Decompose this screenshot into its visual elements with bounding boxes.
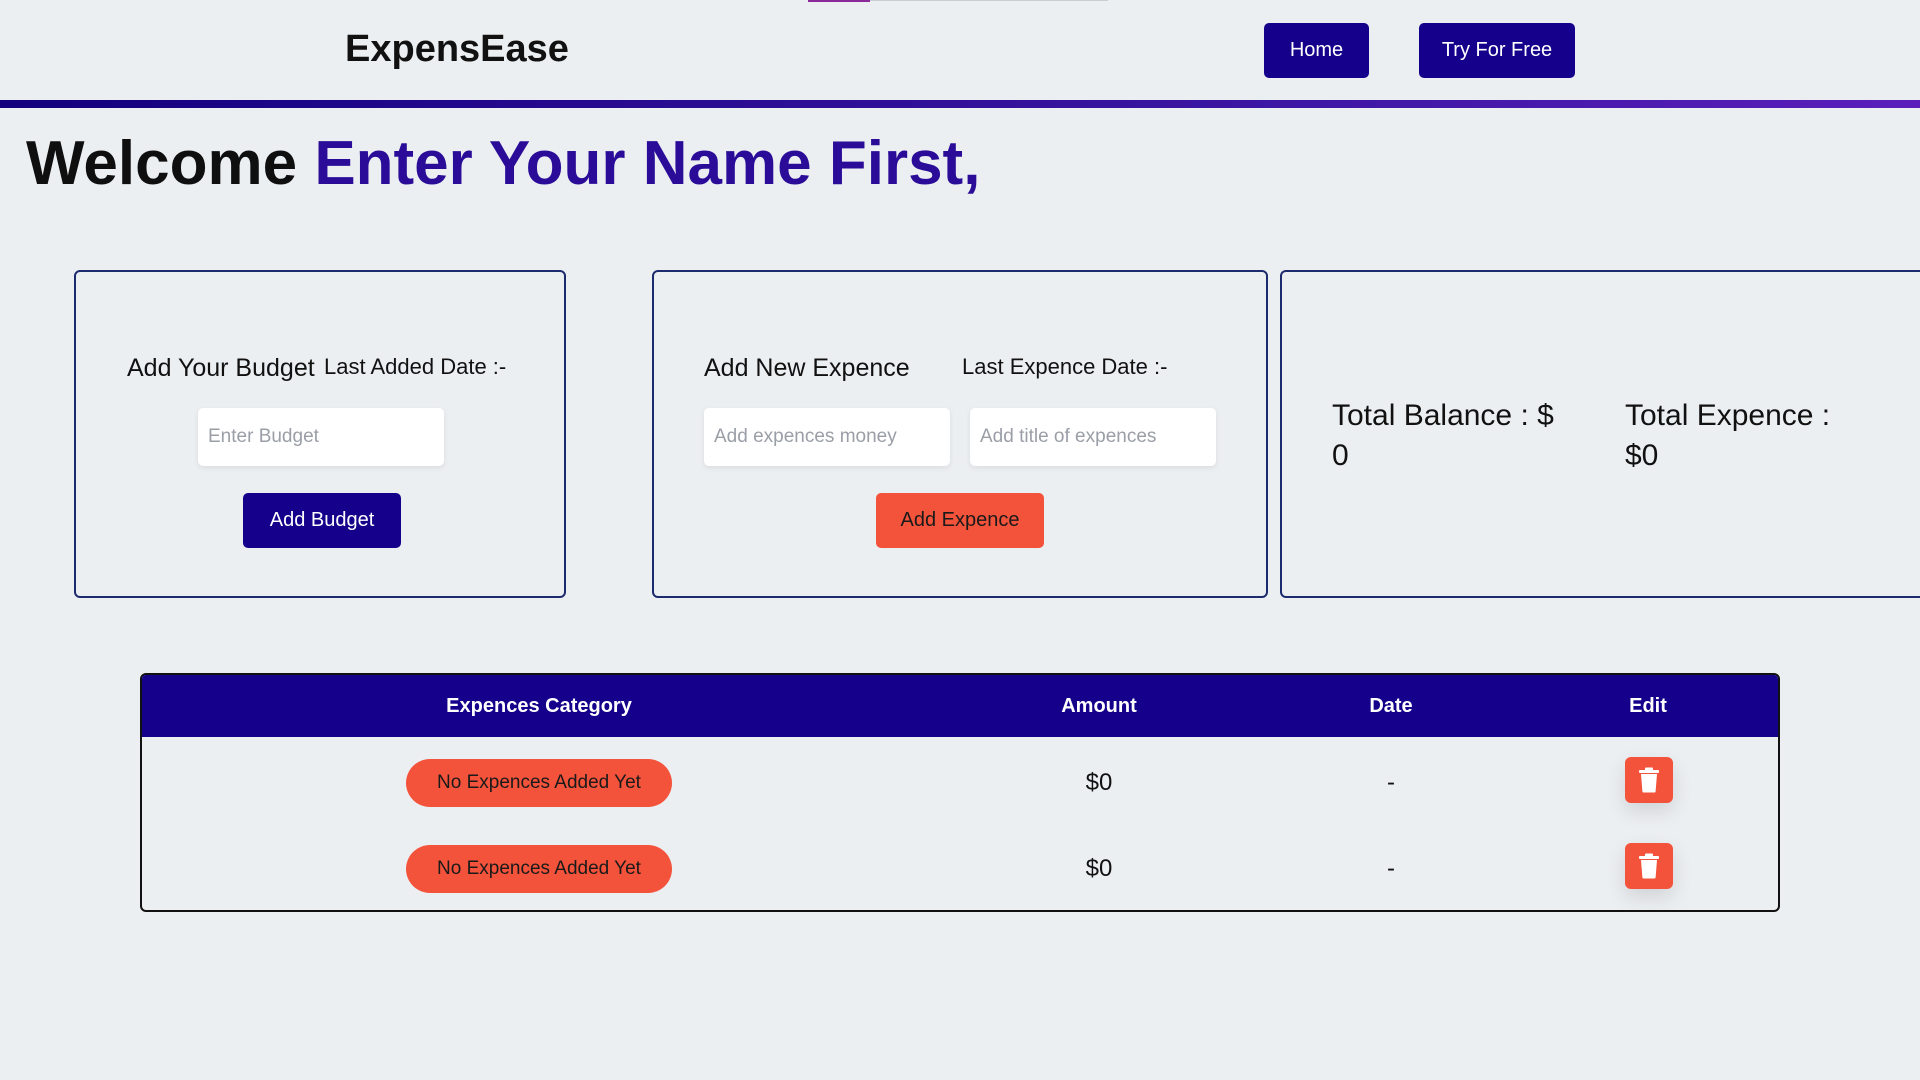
budget-input[interactable] <box>198 408 444 466</box>
budget-card: Add Your Budget Last Added Date :- Add B… <box>74 270 566 598</box>
total-balance-label: Total Balance : $ <box>1332 399 1554 432</box>
totals-card: Total Balance : $ 0 Total Expence : $0 <box>1280 270 1920 598</box>
welcome-prefix: Welcome <box>26 129 298 198</box>
budget-card-title: Add Your Budget <box>127 354 315 382</box>
delete-expense-button[interactable] <box>1625 843 1673 889</box>
header-edit: Edit <box>1629 695 1667 717</box>
expense-card: Add New Expence Last Expence Date :- Add… <box>652 270 1268 598</box>
date-cell: - <box>1387 769 1395 796</box>
add-budget-button[interactable]: Add Budget <box>243 493 401 548</box>
amount-cell: $0 <box>1085 769 1113 796</box>
brand-logo: ExpensEase <box>345 28 569 70</box>
total-expense: Total Expence : $0 <box>1625 396 1865 476</box>
total-expense-label: Total Expence : <box>1625 399 1831 432</box>
trash-icon <box>1639 853 1659 879</box>
home-button[interactable]: Home <box>1264 23 1369 78</box>
navbar: ExpensEase Home Try For Free <box>0 0 1920 100</box>
last-expense-date-label: Last Expence Date :- <box>962 354 1168 379</box>
expense-card-title: Add New Expence <box>704 354 910 382</box>
table-row: No Expences Added Yet $0 - <box>142 737 1778 823</box>
category-badge: No Expences Added Yet <box>406 759 672 807</box>
add-expense-button[interactable]: Add Expence <box>876 493 1044 548</box>
header-date: Date <box>1369 695 1413 717</box>
table-row: No Expences Added Yet $0 - <box>142 823 1778 909</box>
total-expense-value: $0 <box>1625 439 1659 472</box>
category-badge: No Expences Added Yet <box>406 845 672 893</box>
expenses-table: Expences Category Amount Date Edit No Ex… <box>140 673 1780 912</box>
welcome-user-name: Enter Your Name First, <box>314 129 981 198</box>
trash-icon <box>1639 767 1659 793</box>
date-cell: - <box>1387 855 1395 882</box>
total-balance-value: 0 <box>1332 439 1349 472</box>
total-balance: Total Balance : $ 0 <box>1332 396 1572 476</box>
welcome-heading: Welcome Enter Your Name First, <box>26 128 980 199</box>
expense-money-input[interactable] <box>704 408 950 466</box>
header-amount: Amount <box>1061 695 1137 717</box>
last-added-date-label: Last Added Date :- <box>324 354 507 379</box>
amount-cell: $0 <box>1085 855 1113 882</box>
table-header: Expences Category Amount Date Edit <box>142 675 1778 737</box>
header-category: Expences Category <box>446 695 632 717</box>
try-for-free-button[interactable]: Try For Free <box>1419 23 1575 78</box>
navbar-divider <box>0 100 1920 108</box>
expense-title-input[interactable] <box>970 408 1216 466</box>
delete-expense-button[interactable] <box>1625 757 1673 803</box>
